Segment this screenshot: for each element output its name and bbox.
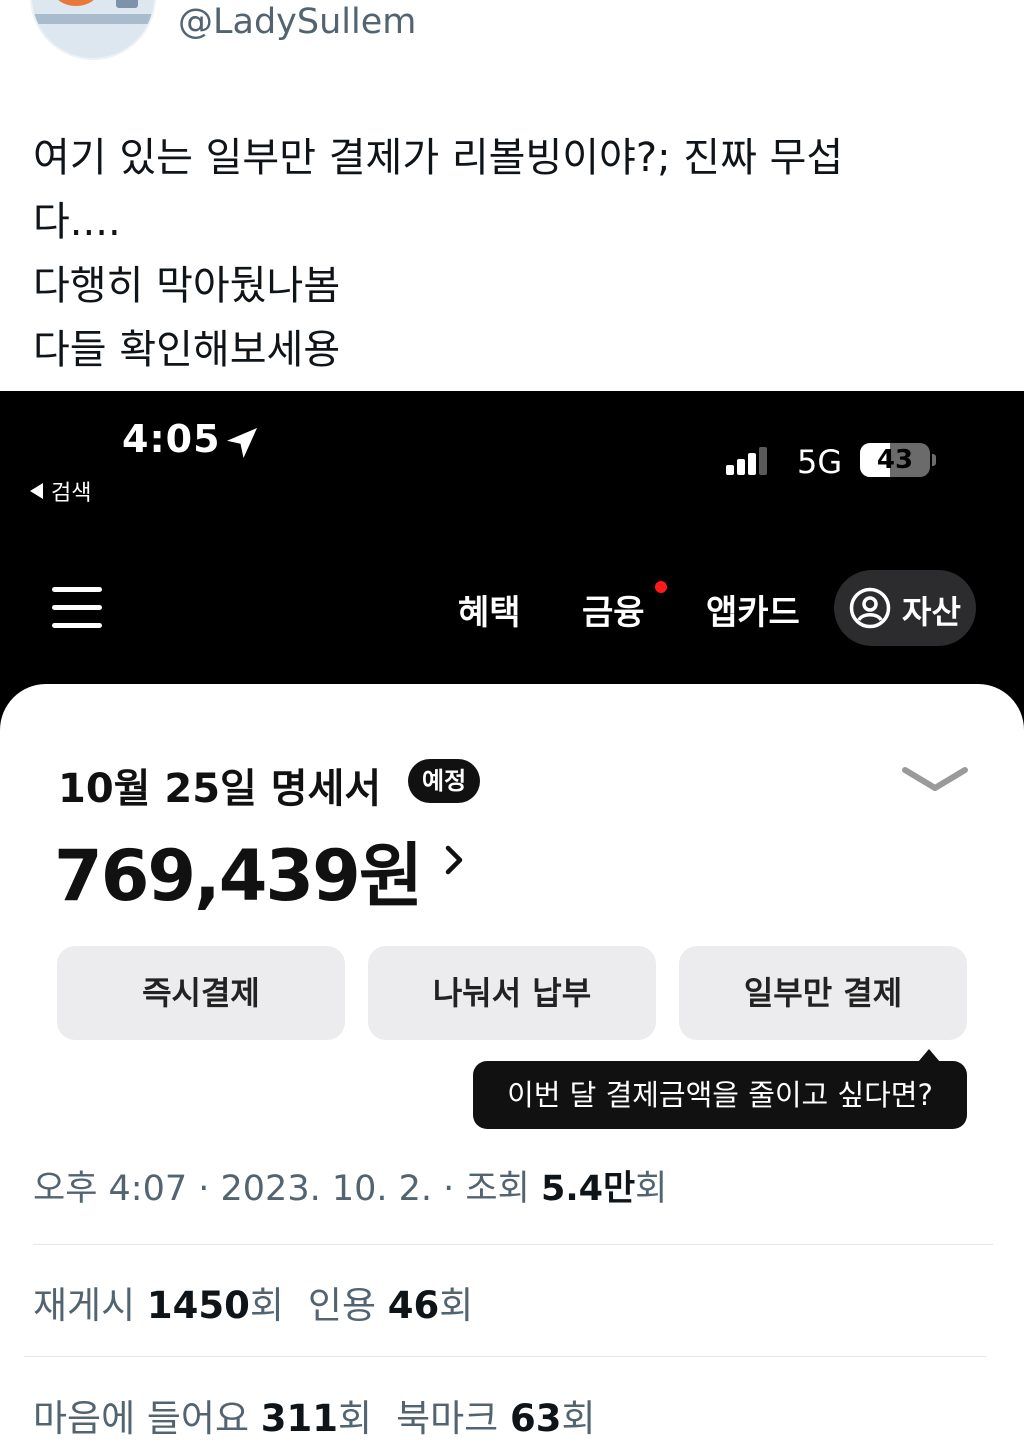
- statement-title: 10월 25일 명세서: [58, 766, 382, 812]
- installment-button[interactable]: 나눠서 납부: [368, 946, 656, 1040]
- status-time: 4:05: [122, 417, 221, 461]
- back-label: 검색: [51, 481, 92, 506]
- avatar-cup: [116, 0, 138, 8]
- likes-stat[interactable]: 마음에 들어요 311회: [33, 1397, 372, 1440]
- attached-screenshot[interactable]: 4:05 검색 5G 43 혜택 금융 앱카드 자산 10월 25일 명세서 예…: [0, 391, 1024, 1146]
- tweet-text-line: 여기 있는 일부만 결제가 리볼빙이야?; 진짜 무섭: [33, 135, 844, 181]
- tweet-date[interactable]: 2023. 10. 2.: [221, 1169, 433, 1209]
- quotes-count: 46: [387, 1284, 440, 1327]
- cellular-signal-icon: [726, 447, 768, 475]
- chevron-right-icon[interactable]: [442, 842, 466, 878]
- partial-payment-tooltip: 이번 달 결제금액을 줄이고 싶다면?: [473, 1061, 967, 1129]
- asset-label: 자산: [902, 593, 961, 631]
- divider: [33, 1244, 993, 1245]
- user-handle[interactable]: @LadySullem: [178, 2, 416, 42]
- likes-label: 마음에 들어요: [33, 1397, 250, 1440]
- quotes-stat[interactable]: 인용 46회: [308, 1284, 473, 1327]
- quotes-suffix: 회: [439, 1284, 474, 1327]
- meta-separator: ·: [187, 1169, 221, 1209]
- notification-dot: [655, 581, 667, 593]
- location-arrow-icon: [227, 428, 257, 458]
- tweet-text-line: 다들 확인해보세용: [33, 327, 341, 373]
- likes-suffix: 회: [338, 1397, 373, 1440]
- bookmarks-suffix: 회: [561, 1397, 596, 1440]
- quotes-label: 인용: [307, 1284, 377, 1327]
- engagement-row: 재게시 1450회 인용 46회: [33, 1275, 473, 1329]
- views-suffix: 회: [635, 1169, 668, 1209]
- battery-tip: [932, 454, 936, 466]
- tweet-text-line: 다행히 막아뒀나봄: [33, 263, 341, 309]
- views-count: 5.4만: [540, 1169, 636, 1209]
- partial-payment-button[interactable]: 일부만 결제: [679, 946, 967, 1040]
- tweet-time[interactable]: 오후 4:07: [33, 1169, 187, 1209]
- avatar[interactable]: [30, 0, 156, 60]
- network-type: 5G: [797, 443, 843, 481]
- pay-now-button[interactable]: 즉시결제: [57, 946, 345, 1040]
- statement-amount[interactable]: 769,439원: [54, 820, 423, 921]
- avatar-face: [54, 0, 98, 6]
- bookmarks-stat[interactable]: 북마크 63회: [396, 1397, 595, 1440]
- tweet-meta: 오후 4:07 · 2023. 10. 2. · 조회 5.4만회: [33, 1160, 667, 1211]
- bookmarks-label: 북마크: [396, 1397, 499, 1440]
- retweets-suffix: 회: [249, 1284, 284, 1327]
- nav-benefits[interactable]: 혜택: [458, 585, 521, 634]
- tweet-text-line: 다....: [33, 199, 121, 245]
- asset-button[interactable]: 자산: [834, 570, 976, 646]
- avatar-shelf: [32, 14, 154, 24]
- chevron-down-icon[interactable]: [900, 764, 970, 798]
- engagement-row: 마음에 들어요 311회 북마크 63회: [33, 1388, 596, 1442]
- likes-count: 311: [260, 1397, 339, 1440]
- hamburger-menu-icon[interactable]: [52, 587, 102, 629]
- retweets-label: 재게시: [33, 1284, 136, 1327]
- divider: [24, 1356, 986, 1357]
- retweets-stat[interactable]: 재게시 1450회: [33, 1284, 284, 1327]
- person-circle-icon: [849, 587, 891, 629]
- back-triangle-icon: [30, 483, 43, 499]
- nav-finance[interactable]: 금융: [582, 585, 645, 634]
- back-to-search[interactable]: 검색: [30, 475, 91, 507]
- statement-card: 10월 25일 명세서 예정 769,439원 즉시결제 나눠서 납부 일부만 …: [0, 684, 1024, 1146]
- tweet-text: 여기 있는 일부만 결제가 리볼빙이야?; 진짜 무섭 다.... 다행히 막아…: [33, 126, 993, 382]
- meta-separator: ·: [432, 1169, 466, 1209]
- status-badge: 예정: [408, 759, 481, 803]
- views-label: 조회: [465, 1169, 530, 1209]
- battery-level: 43: [876, 445, 914, 475]
- bookmarks-count: 63: [509, 1397, 562, 1440]
- nav-app-card[interactable]: 앱카드: [706, 585, 800, 634]
- retweets-count: 1450: [146, 1284, 250, 1327]
- battery-icon: 43: [860, 443, 930, 477]
